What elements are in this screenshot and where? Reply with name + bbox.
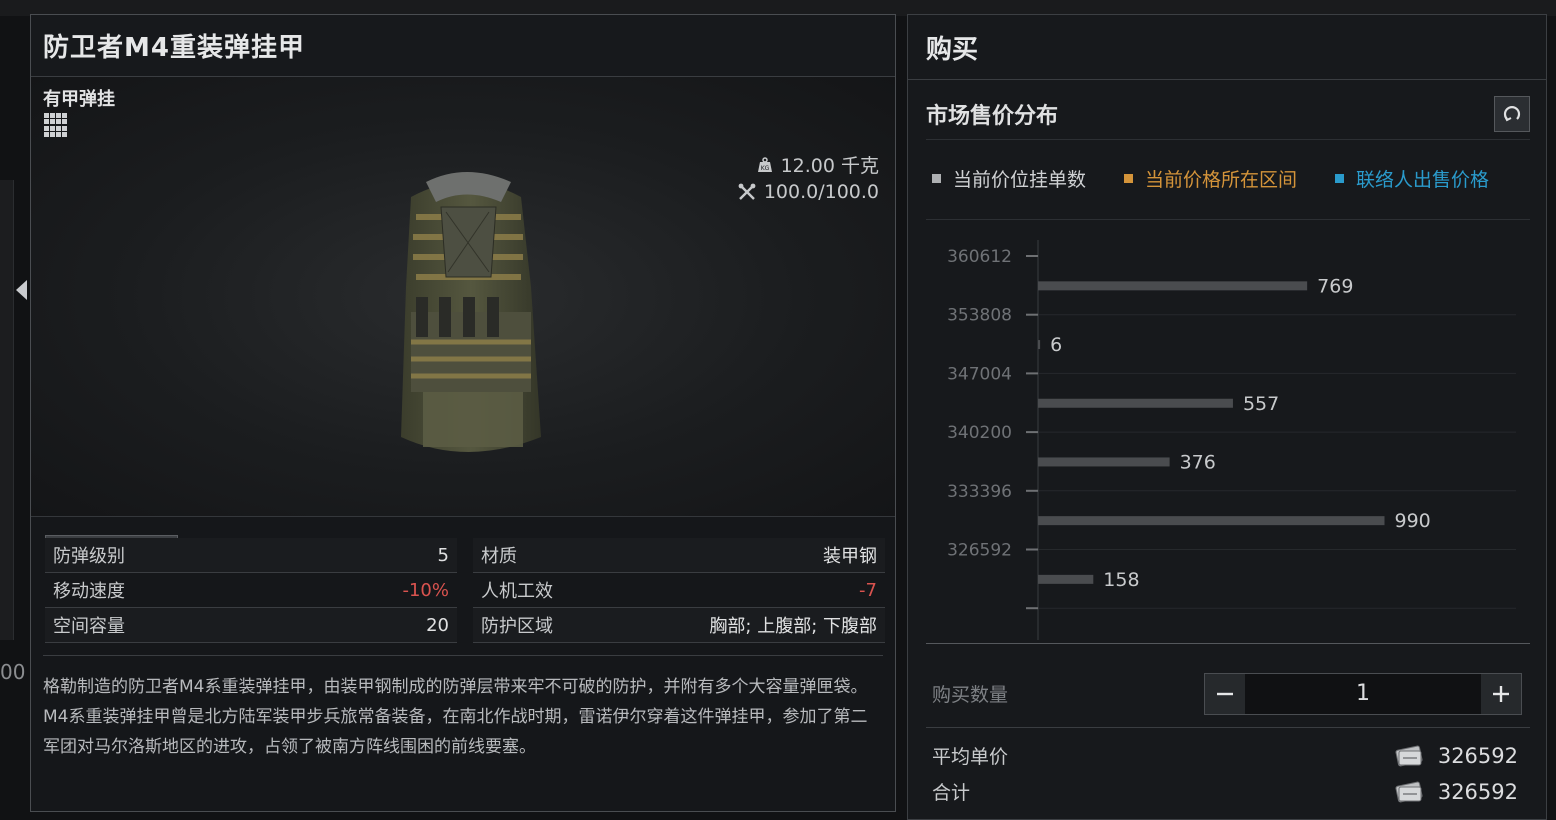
minus-icon <box>1217 692 1233 695</box>
durability-value: 100.0/100.0 <box>763 181 879 203</box>
quantity-label: 购买数量 <box>932 684 1009 706</box>
buy-header: 购买 <box>908 15 1546 80</box>
total-price-value: 326592 <box>1437 779 1518 804</box>
item-preview: 有甲弹挂 KG 12.00 千克 100.0/100.0 <box>31 77 895 569</box>
svg-text:KG: KG <box>760 165 769 172</box>
property-move-speed: 移动速度 -10% <box>45 573 457 608</box>
price-chart-svg: 360612 353808 347004 340200 333396 326592 769 6… <box>947 240 1516 640</box>
total-price-row: 合计 326592 <box>932 778 1518 805</box>
y-tick-label: 347004 <box>947 364 1012 384</box>
property-protection-area: 防护区域 胸部; 上腹部; 下腹部 <box>473 608 885 643</box>
property-row: 空间容量 20 防护区域 胸部; 上腹部; 下腹部 <box>45 608 885 643</box>
y-tick-label: 333396 <box>947 482 1012 502</box>
total-price-label: 合计 <box>932 782 971 804</box>
item-description: 格勒制造的防卫者M4系重装弹挂甲，由装甲钢制成的防弹层带来牢不可破的防护，并附有… <box>43 655 883 762</box>
average-price-label: 平均单价 <box>932 746 1009 768</box>
decrement-button[interactable] <box>1205 673 1245 714</box>
bar-value-label: 990 <box>1395 510 1431 532</box>
item-type: 有甲弹挂 <box>43 89 115 110</box>
vest-image <box>401 172 541 452</box>
bar-value-label: 557 <box>1243 393 1279 415</box>
bar-value-label: 376 <box>1180 451 1216 473</box>
property-armor-class: 防弹级别 5 <box>45 538 457 573</box>
buy-panel: 购买 市场售价分布 当前价位挂单数 当前价格所在区间 联络人出售价格 36061… <box>907 14 1547 820</box>
bar <box>1038 516 1385 526</box>
currency-icon <box>1395 781 1423 802</box>
item-title: 防卫者M4重装弹挂甲 <box>43 33 305 63</box>
increment-button[interactable] <box>1481 673 1521 714</box>
bar <box>1038 340 1041 350</box>
properties-table: 防弹级别 5 材质 装甲钢 移动速度 -10% 人机工效 -7 空间容量 20 <box>45 538 885 643</box>
currency-icon <box>1395 745 1423 766</box>
buy-title: 购买 <box>926 34 979 65</box>
property-material: 材质 装甲钢 <box>473 538 885 573</box>
y-tick-label: 326592 <box>947 541 1012 561</box>
property-row: 移动速度 -10% 人机工效 -7 <box>45 573 885 608</box>
legend-current-range: 当前价格所在区间 <box>1124 165 1297 192</box>
left-partial-value: 00 <box>0 660 26 684</box>
legend-listing-count: 当前价位挂单数 <box>932 165 1086 192</box>
refresh-button[interactable] <box>1494 95 1530 132</box>
legend-contact-price: 联络人出售价格 <box>1335 165 1489 192</box>
quantity-input[interactable]: 1 <box>1245 674 1481 714</box>
average-price-row: 平均单价 326592 <box>932 742 1518 769</box>
property-row: 防弹级别 5 材质 装甲钢 <box>45 538 885 573</box>
tools-icon <box>738 183 756 200</box>
distribution-header: 市场售价分布 <box>926 88 1530 140</box>
y-tick-label: 360612 <box>947 247 1012 267</box>
property-capacity: 空间容量 20 <box>45 608 457 643</box>
weight-stat: KG 12.00 千克 <box>757 151 879 178</box>
bar <box>1038 574 1094 584</box>
quantity-stepper: 1 <box>1204 672 1522 715</box>
bar <box>1038 281 1308 291</box>
bar <box>1038 457 1170 467</box>
y-tick-label: 340200 <box>947 423 1012 443</box>
refresh-icon <box>1503 105 1521 121</box>
durability-stat: 100.0/100.0 <box>738 181 879 203</box>
quantity-row: 购买数量 1 <box>926 660 1530 728</box>
grid-size-icon <box>44 113 68 137</box>
left-side-panel <box>0 180 14 640</box>
plus-icon <box>1493 685 1509 702</box>
previous-arrow-icon[interactable] <box>16 280 27 300</box>
weight-icon: KG <box>757 156 772 172</box>
property-ergonomics: 人机工效 -7 <box>473 573 885 608</box>
chart-legend: 当前价位挂单数 当前价格所在区间 联络人出售价格 <box>932 165 1489 192</box>
bar-value-label: 6 <box>1050 334 1062 356</box>
item-header: 防卫者M4重装弹挂甲 <box>31 15 895 77</box>
item-detail-panel: 防卫者M4重装弹挂甲 有甲弹挂 KG 12.00 千克 100.0/100.0 <box>30 14 896 812</box>
price-distribution-chart: 360612 353808 347004 340200 333396 326592 769 6… <box>926 219 1530 644</box>
weight-value: 12.00 千克 <box>780 155 879 177</box>
bar <box>1038 398 1233 408</box>
bar-value-label: 769 <box>1317 275 1353 297</box>
bar-value-label: 158 <box>1103 569 1139 591</box>
y-tick-label: 353808 <box>947 306 1012 326</box>
average-price-value: 326592 <box>1437 743 1518 768</box>
distribution-title: 市场售价分布 <box>926 103 1059 129</box>
